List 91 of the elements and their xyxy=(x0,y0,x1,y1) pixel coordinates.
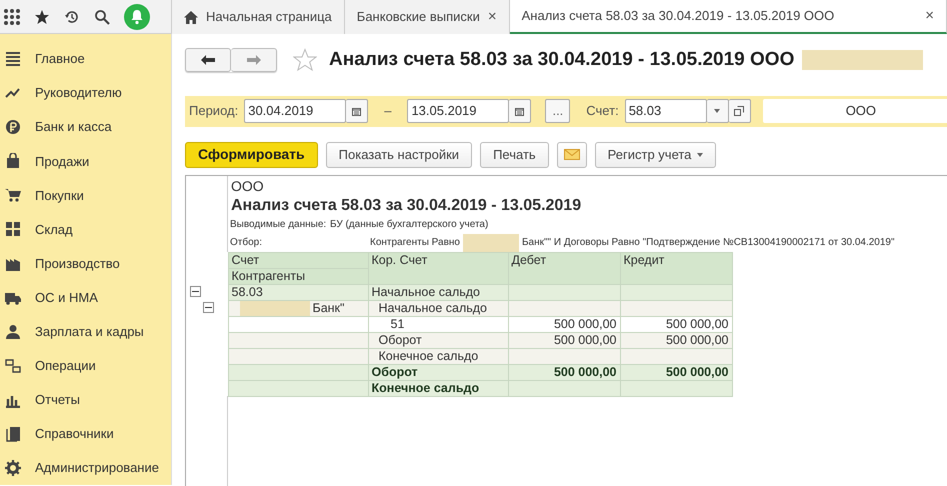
column-header: Дебет xyxy=(508,252,620,284)
period-label: Период: xyxy=(189,102,238,120)
parameter-value: Банк"" И Договоры Равно "Подтверждение №СВ13004190002171 от 30.04.2019" xyxy=(522,236,895,250)
envelope-icon xyxy=(564,149,580,160)
dash-separator: – xyxy=(384,102,392,120)
sidebar-item[interactable]: Покупки xyxy=(0,178,171,212)
sidebar-item[interactable]: Зарплата и кадры xyxy=(0,314,171,349)
minus-icon xyxy=(192,288,199,295)
date-field[interactable]: 13.05.2019 xyxy=(407,99,510,123)
table-cell: 500 000,00 xyxy=(620,316,732,332)
calendar-icon xyxy=(515,106,524,116)
parameter-name: Отбор: xyxy=(230,236,263,250)
sidebar-item[interactable]: Склад xyxy=(0,212,171,246)
organization-field[interactable]: ООО xyxy=(762,99,947,123)
table-cell: 500 000,00 xyxy=(508,332,620,348)
sidebar-item[interactable]: Руководителю xyxy=(0,76,171,110)
table-cell: Начальное сальдо xyxy=(368,300,508,316)
back-arrow-icon xyxy=(201,55,215,66)
table-cell: 500 000,00 xyxy=(620,364,732,380)
table-cell: 500 000,00 xyxy=(508,316,620,332)
collapse-toggle[interactable] xyxy=(203,302,214,313)
minus-icon xyxy=(205,304,212,311)
sidebar-item[interactable]: ОС и НМА xyxy=(0,280,171,315)
apps-icon[interactable] xyxy=(4,8,20,24)
dropdown-button[interactable] xyxy=(706,99,729,123)
table-cell: Оборот xyxy=(368,332,508,348)
table-cell: 58.03 xyxy=(232,285,263,298)
star-icon[interactable] xyxy=(34,8,50,24)
sidebar-item[interactable]: Отчеты xyxy=(0,382,171,417)
settings-icon xyxy=(5,460,21,476)
menu-icon xyxy=(5,51,21,68)
calendar-button[interactable] xyxy=(509,99,532,123)
sidebar-item[interactable]: Производство xyxy=(0,246,171,281)
open-window-icon xyxy=(734,106,744,116)
table-cell: Конечное сальдо xyxy=(368,348,508,364)
parameter-value: БУ (данные бухгалтерского учета) xyxy=(330,218,488,232)
notification-bell-icon[interactable] xyxy=(124,4,150,30)
action-button[interactable]: Сформировать xyxy=(185,142,318,168)
date-field[interactable]: 30.04.2019 xyxy=(244,99,346,123)
home-icon xyxy=(184,10,198,24)
bag-icon xyxy=(5,153,21,170)
search-icon[interactable] xyxy=(94,8,110,24)
column-header: Кредит xyxy=(620,252,732,284)
column-header: Кор. Счет xyxy=(368,252,508,284)
parameter-name: Выводимые данные: xyxy=(230,218,328,232)
caret-icon xyxy=(714,109,720,113)
open-button[interactable] xyxy=(728,99,751,123)
table-cell: 500 000,00 xyxy=(620,332,732,348)
sidebar-item[interactable]: Продажи xyxy=(0,144,171,178)
ruble-coin-icon xyxy=(5,119,21,136)
calendar-icon xyxy=(352,106,362,116)
calendar-button[interactable] xyxy=(346,99,368,123)
column-header: Счет xyxy=(228,252,368,268)
dropdown-button[interactable]: Регистр учета xyxy=(594,142,716,168)
table-cell: Оборот xyxy=(368,364,508,380)
table-cell: 500 000,00 xyxy=(508,364,620,380)
column-header: Контрагенты xyxy=(228,268,368,284)
table-cell: Начальное сальдо xyxy=(368,284,508,300)
close-button[interactable]: × xyxy=(488,6,497,28)
action-button[interactable]: Печать xyxy=(480,142,549,168)
books-icon xyxy=(5,426,21,442)
account-label: Счет: xyxy=(586,102,619,120)
tab[interactable]: Начальная страница xyxy=(172,0,345,34)
sidebar-item[interactable]: Главное xyxy=(0,42,171,76)
form-title: Анализ счета 58.03 за 30.04.2019 - 13.05.2019 ООО xyxy=(329,48,794,72)
ledger-icon xyxy=(5,358,21,374)
table-cell: Конечное сальдо xyxy=(368,380,508,396)
forward-arrow-icon xyxy=(246,55,260,66)
period-select-button[interactable]: ... xyxy=(545,99,570,123)
sidebar-item[interactable]: Банк и касса xyxy=(0,110,171,144)
sidebar-item[interactable]: Администрирование xyxy=(0,450,171,485)
collapse-toggle[interactable] xyxy=(190,286,201,297)
history-icon[interactable] xyxy=(64,8,80,24)
cart-icon xyxy=(5,187,21,204)
action-button[interactable]: Показать настройки xyxy=(326,142,472,168)
table-cell: Банк" xyxy=(312,301,344,314)
favorite-star-icon[interactable] xyxy=(293,48,317,72)
caret-icon xyxy=(697,152,704,156)
back-button[interactable] xyxy=(185,48,231,72)
close-button[interactable]: × xyxy=(925,4,934,28)
parameter-value: Контрагенты Равно xyxy=(370,236,460,250)
tab[interactable]: Банковские выписки × xyxy=(344,0,510,34)
sidebar-item[interactable]: Справочники xyxy=(0,416,171,451)
report-organization: ООО xyxy=(230,176,265,194)
table-cell: 51 xyxy=(368,316,508,332)
person-icon xyxy=(5,324,21,340)
account-field[interactable]: 58.03 xyxy=(624,99,707,123)
tab[interactable]: Анализ счета 58.03 за 30.04.2019 - 13.05.2019 ООО × xyxy=(510,0,947,34)
report-title: Анализ счета 58.03 за 30.04.2019 - 13.05.2019 xyxy=(230,196,582,216)
sidebar-item[interactable]: Операции xyxy=(0,348,171,383)
grid-icon xyxy=(5,221,21,238)
